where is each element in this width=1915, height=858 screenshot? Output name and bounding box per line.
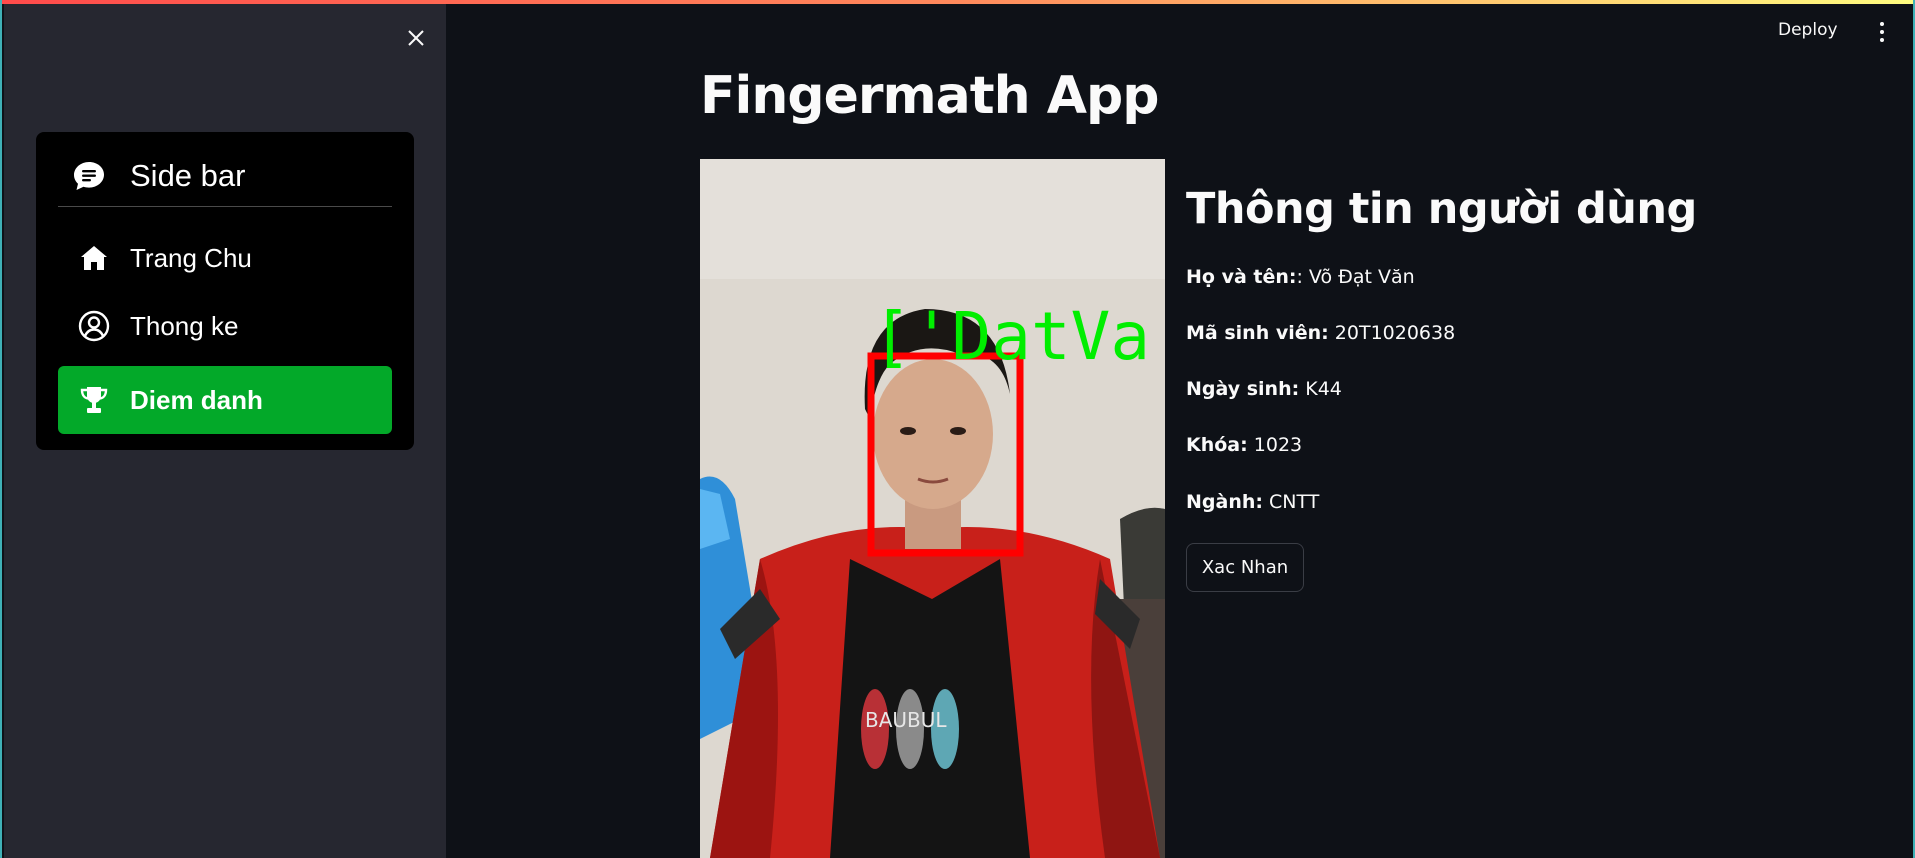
deploy-button[interactable]: Deploy (1778, 20, 1838, 40)
trophy-icon (78, 384, 110, 416)
field-value: 20T1020638 (1328, 322, 1456, 344)
info-birth-date: Ngày sinh: K44 (1186, 378, 1342, 400)
sidebar-item-thong-ke[interactable]: Thong ke (58, 294, 392, 358)
field-value: 1023 (1247, 434, 1303, 456)
close-icon (408, 30, 424, 46)
field-value: CNTT (1262, 491, 1320, 513)
camera-feed-image: BAUBUL ['DatVa (700, 159, 1165, 858)
close-sidebar-button[interactable] (402, 24, 430, 52)
shirt-print-text: BAUBUL (865, 708, 947, 732)
option-menu: Side bar Trang Chu Thong ke Diem danh (36, 132, 414, 450)
detection-label: ['DatVa (872, 298, 1150, 375)
field-label: Khóa: (1186, 434, 1248, 456)
app-window: Side bar Trang Chu Thong ke Diem danh De… (0, 0, 1915, 858)
field-label: Họ và tên: (1186, 266, 1297, 288)
field-value: K44 (1299, 378, 1342, 400)
menu-title: Side bar (130, 158, 246, 193)
camera-frame: BAUBUL ['DatVa (700, 159, 1165, 858)
confirm-button[interactable]: Xac Nhan (1186, 543, 1304, 592)
field-label: Ngành: (1186, 491, 1263, 513)
menu-header: Side bar (58, 146, 392, 207)
user-info-title: Thông tin người dùng (1186, 184, 1697, 234)
sidebar-item-label: Thong ke (130, 310, 239, 341)
house-icon (78, 242, 110, 274)
field-label: Ngày sinh: (1186, 378, 1300, 400)
person-circle-icon (78, 310, 110, 342)
sidebar-item-label: Diem danh (130, 384, 263, 415)
info-major: Ngành: CNTT (1186, 491, 1319, 513)
main-menu-button[interactable] (1870, 18, 1894, 46)
sidebar: Side bar Trang Chu Thong ke Diem danh (4, 4, 446, 858)
info-student-id: Mã sinh viên: 20T1020638 (1186, 322, 1455, 344)
info-full-name: Họ và tên:: Võ Đạt Văn (1186, 266, 1415, 288)
page-title: Fingermath App (700, 66, 1159, 126)
kebab-vertical-icon (1880, 22, 1884, 26)
sidebar-item-trang-chu[interactable]: Trang Chu (58, 226, 392, 290)
kebab-dot (1880, 30, 1884, 34)
sidebar-item-label: Trang Chu (130, 242, 252, 273)
kebab-dot (1880, 38, 1884, 42)
info-course: Khóa: 1023 (1186, 434, 1302, 456)
field-value: : Võ Đạt Văn (1296, 266, 1415, 288)
chat-bubble-icon (74, 162, 104, 190)
sidebar-item-diem-danh[interactable]: Diem danh (58, 366, 392, 434)
top-decoration-stripe (2, 0, 1913, 4)
field-label: Mã sinh viên: (1186, 322, 1329, 344)
